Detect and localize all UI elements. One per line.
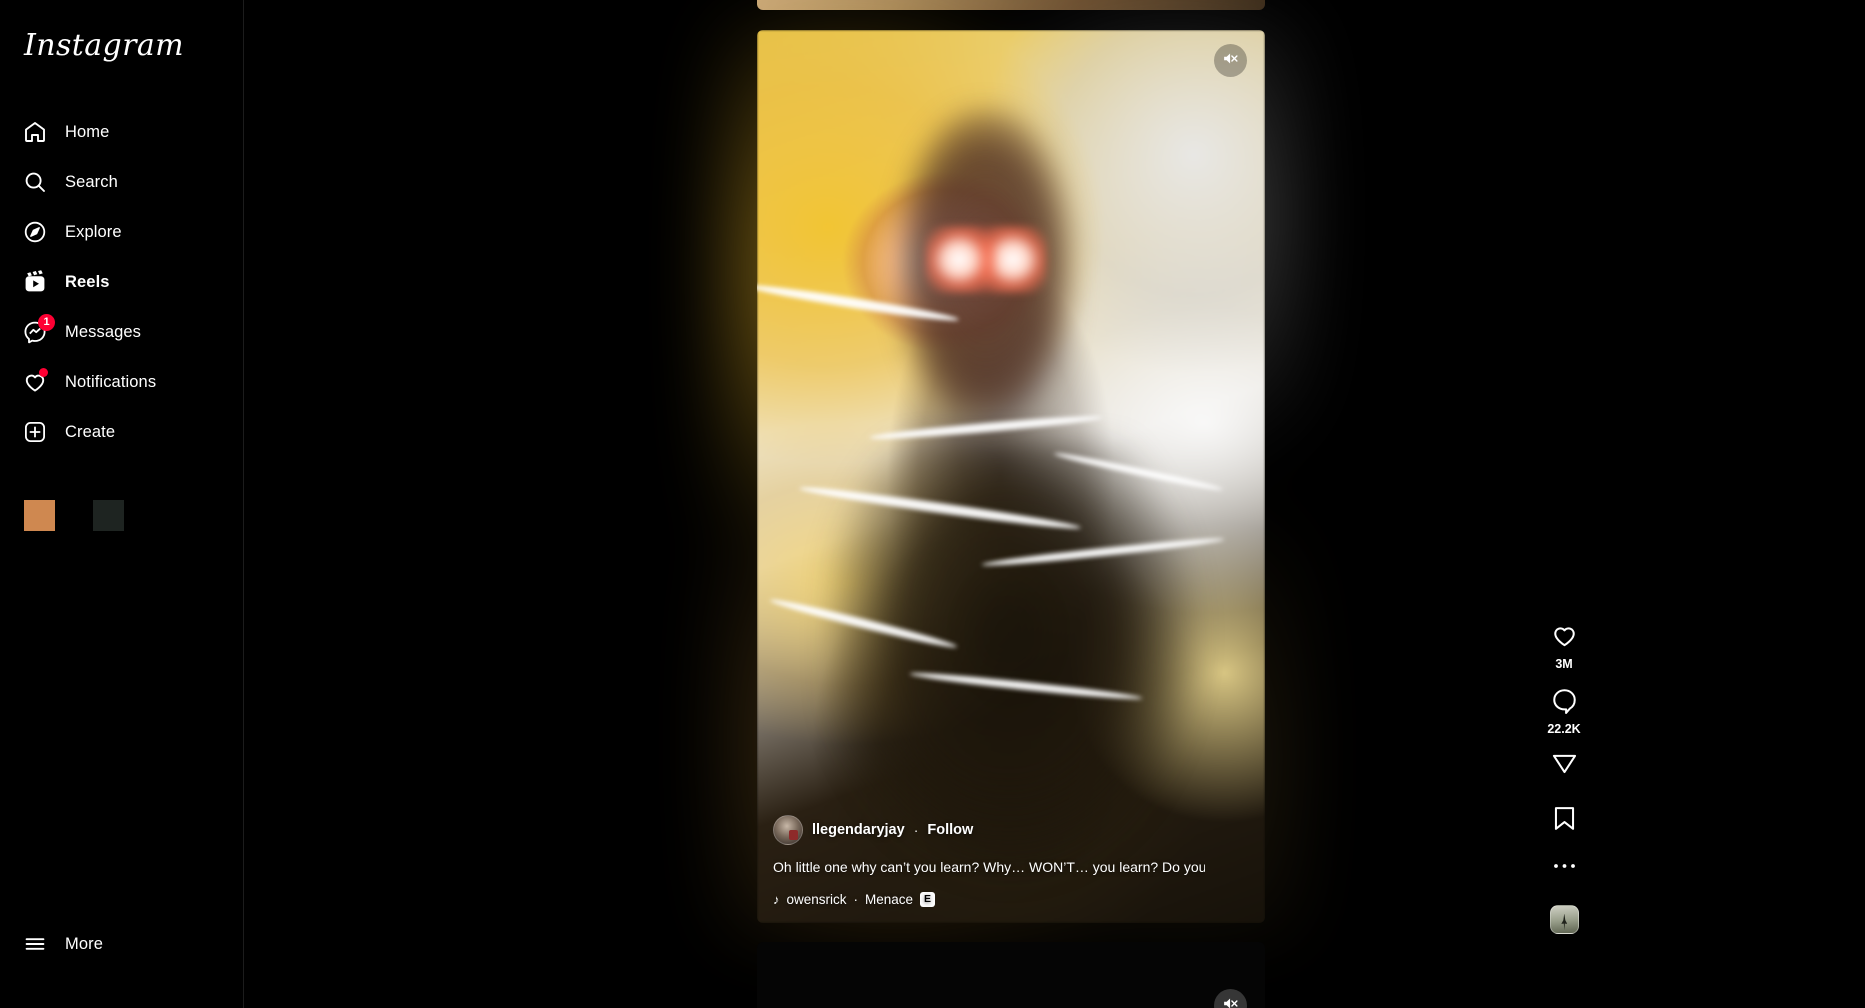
sidebar-item-more[interactable]: More — [10, 922, 234, 966]
plus-square-icon — [22, 419, 48, 445]
notifications-badge-dot — [39, 368, 48, 377]
reel-audio-row[interactable]: ♪ owensrick · Menace E — [773, 892, 1205, 907]
reel-action-rail: 3M 22.2K — [1534, 0, 1594, 1008]
video-glowing-eyes — [924, 226, 1047, 294]
sidebar-item-search[interactable]: Search — [10, 160, 234, 204]
sidebar-item-label: Reels — [65, 272, 110, 291]
reel-author-row: llegendaryjay · Follow — [773, 815, 1205, 846]
like-count: 3M — [1555, 657, 1573, 671]
instagram-logo[interactable]: Instagram — [24, 28, 184, 63]
sidebar-item-create[interactable]: Create — [10, 410, 234, 454]
audio-album-thumbnail — [1549, 905, 1579, 934]
next-reel-preview[interactable] — [757, 942, 1265, 1008]
sidebar-item-label: More — [65, 934, 103, 953]
compass-icon — [22, 219, 48, 245]
music-note-icon: ♪ — [773, 892, 780, 907]
sidebar-item-label: Messages — [65, 322, 142, 341]
heart-icon — [1551, 622, 1578, 654]
reels-icon — [22, 269, 48, 295]
reel-username[interactable]: llegendaryjay — [812, 822, 905, 838]
sidebar-item-label: Notifications — [65, 372, 157, 391]
audio-track: Menace — [865, 892, 914, 907]
reel-caption-text: Oh little one why can’t you learn? Why… … — [773, 859, 1205, 876]
sidebar-item-label: Explore — [65, 222, 122, 241]
search-icon — [22, 169, 48, 195]
swatch-dark[interactable] — [93, 500, 124, 531]
comment-count: 22.2K — [1547, 722, 1581, 736]
ellipsis-icon — [1551, 858, 1578, 876]
share-button[interactable] — [1534, 750, 1594, 782]
current-reel[interactable]: llegendaryjay · Follow Oh little one why… — [717, 8, 1305, 945]
sidebar-item-label: Home — [65, 122, 110, 141]
messages-badge: 1 — [38, 314, 55, 331]
mute-toggle-button[interactable] — [1214, 44, 1247, 77]
reel-caption[interactable]: Oh little one why can’t you learn? Why… … — [773, 858, 1205, 877]
swatch-orange[interactable] — [24, 500, 55, 531]
explicit-badge: E — [920, 892, 936, 907]
share-paperplane-icon — [1551, 750, 1578, 782]
audio-artist: owensrick — [786, 892, 847, 907]
hamburger-icon — [22, 931, 48, 957]
sidebar-swatches — [24, 500, 124, 531]
reels-feed[interactable]: llegendaryjay · Follow Oh little one why… — [244, 0, 1865, 1008]
reel-video-player[interactable]: llegendaryjay · Follow Oh little one why… — [757, 30, 1265, 923]
sidebar-item-home[interactable]: Home — [10, 110, 234, 154]
follow-button[interactable]: Follow — [927, 822, 973, 838]
audio-separator: · — [853, 892, 859, 907]
sidebar-item-label: Create — [65, 422, 116, 441]
username-follow-separator: · — [913, 822, 919, 839]
audio-track-button[interactable] — [1534, 905, 1594, 934]
like-button[interactable]: 3M — [1534, 622, 1594, 671]
reel-column: llegendaryjay · Follow Oh little one why… — [717, 0, 1367, 1008]
messenger-icon: 1 — [22, 314, 55, 345]
sidebar-item-notifications[interactable]: Notifications — [10, 360, 234, 404]
more-options-button[interactable] — [1534, 858, 1594, 876]
save-button[interactable] — [1534, 805, 1594, 837]
reel-info-overlay: llegendaryjay · Follow Oh little one why… — [773, 815, 1205, 907]
heart-icon — [22, 368, 48, 395]
instagram-reels-app: Instagram Home Search Explore Reels 1 Me… — [0, 0, 1865, 1008]
sidebar-item-explore[interactable]: Explore — [10, 210, 234, 254]
avatar[interactable] — [773, 815, 803, 846]
sidebar-item-reels[interactable]: Reels — [10, 260, 234, 304]
comment-button[interactable]: 22.2K — [1534, 687, 1594, 736]
comment-icon — [1551, 687, 1578, 719]
sidebar-item-messages[interactable]: 1 Messages — [10, 310, 234, 354]
sidebar: Instagram Home Search Explore Reels 1 Me… — [0, 0, 244, 1008]
home-icon — [22, 119, 48, 145]
sidebar-item-label: Search — [65, 172, 118, 191]
mute-speaker-icon — [1222, 50, 1239, 72]
mute-speaker-icon — [1222, 995, 1239, 1008]
sidebar-nav: Home Search Explore Reels 1 Messages Not… — [0, 104, 244, 460]
bookmark-icon — [1551, 805, 1578, 837]
next-reel-mute-toggle-button[interactable] — [1214, 989, 1247, 1008]
